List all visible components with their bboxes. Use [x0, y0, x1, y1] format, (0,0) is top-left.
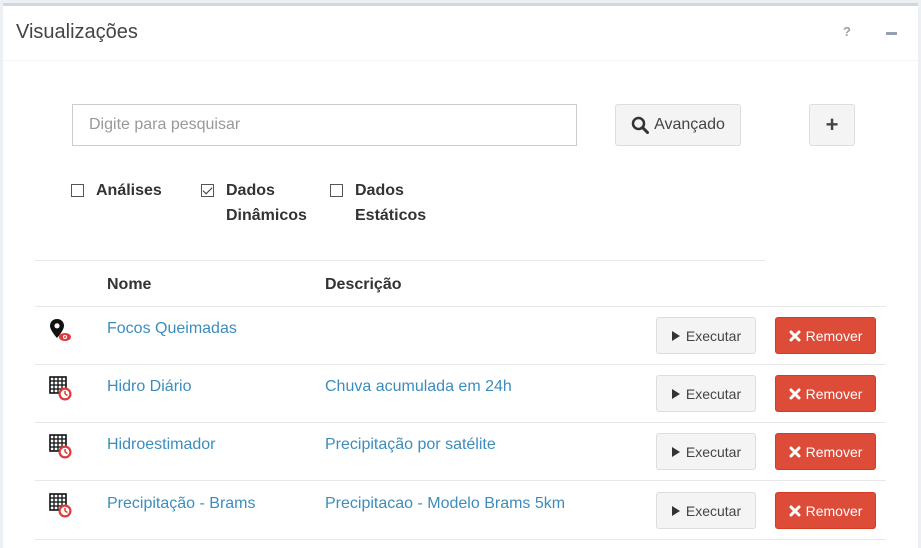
filter-label-line: Análises [96, 182, 162, 199]
filter-divider [35, 260, 765, 261]
filter-label-line: Estáticos [355, 207, 427, 224]
minimize-icon[interactable] [886, 32, 897, 35]
filter-checkbox[interactable] [71, 184, 84, 197]
row-divider [35, 422, 886, 423]
play-icon [671, 388, 680, 399]
row-description-link[interactable]: Chuva acumulada em 24h [325, 378, 512, 396]
close-icon [789, 446, 801, 457]
add-visualization-button[interactable]: + [809, 104, 855, 146]
remove-button[interactable]: Remover [775, 433, 876, 470]
grid-clock-icon [49, 434, 73, 460]
close-icon [789, 388, 801, 399]
name-column-header: Nome [107, 276, 152, 293]
panel-header: Visualizações ? [3, 6, 918, 61]
filter-label-line: Dados [226, 182, 275, 199]
row-description-link[interactable]: Precipitação por satélite [325, 436, 496, 454]
row-name-link[interactable]: Focos Queimadas [107, 320, 237, 338]
search-icon [631, 116, 650, 134]
execute-button[interactable]: Executar [656, 433, 756, 470]
execute-label: Executar [685, 385, 742, 402]
filter-label-line: Dinâmicos [226, 207, 307, 224]
panel-title: Visualizações [16, 21, 138, 43]
execute-label: Executar [685, 502, 742, 519]
advanced-search-button[interactable]: Avançado [615, 104, 741, 146]
advanced-search-label: Avançado [654, 116, 725, 133]
close-icon [789, 330, 801, 341]
filter-checkbox[interactable] [330, 184, 343, 197]
filter-option[interactable]: Dados Dinâmicos [201, 181, 307, 228]
row-name-link[interactable]: Hidro Diário [107, 378, 191, 396]
help-button[interactable]: ? [843, 24, 851, 39]
visualizations-panel: Visualizações ? Avançado + Análises Dados… [3, 3, 918, 548]
search-input[interactable] [72, 104, 577, 146]
remove-label: Remover [805, 385, 863, 402]
filter-label-line: Dados [355, 182, 404, 199]
row-name-link[interactable]: Precipitação - Brams [107, 495, 256, 513]
close-icon [789, 505, 801, 516]
row-divider [35, 480, 886, 481]
filter-option[interactable]: Análises [71, 181, 162, 203]
grid-clock-icon [49, 376, 73, 402]
row-description-link[interactable]: Precipitacao - Modelo Brams 5km [325, 495, 565, 513]
execute-button[interactable]: Executar [656, 317, 756, 354]
remove-label: Remover [805, 327, 863, 344]
play-icon [671, 446, 680, 457]
row-divider [35, 539, 886, 540]
play-icon [671, 505, 680, 516]
remove-button[interactable]: Remover [775, 375, 876, 412]
filter-option[interactable]: Dados Estáticos [330, 181, 426, 228]
remove-label: Remover [805, 443, 863, 460]
filter-checkbox[interactable] [201, 184, 214, 197]
remove-button[interactable]: Remover [775, 317, 876, 354]
map-marker-eye-icon [49, 318, 73, 344]
execute-button[interactable]: Executar [656, 375, 756, 412]
grid-clock-icon [49, 493, 73, 519]
remove-label: Remover [805, 502, 863, 519]
row-name-link[interactable]: Hidroestimador [107, 436, 215, 454]
play-icon [671, 330, 680, 341]
execute-label: Executar [685, 443, 742, 460]
filter-label: Dados Estáticos [355, 178, 426, 228]
table-header-divider [35, 306, 886, 307]
filter-label: Análises [96, 178, 162, 203]
row-divider [35, 364, 886, 365]
description-column-header: Descrição [325, 276, 402, 293]
plus-icon: + [825, 112, 839, 137]
filter-label: Dados Dinâmicos [226, 178, 307, 228]
execute-label: Executar [685, 327, 742, 344]
execute-button[interactable]: Executar [656, 492, 756, 529]
remove-button[interactable]: Remover [775, 492, 876, 529]
